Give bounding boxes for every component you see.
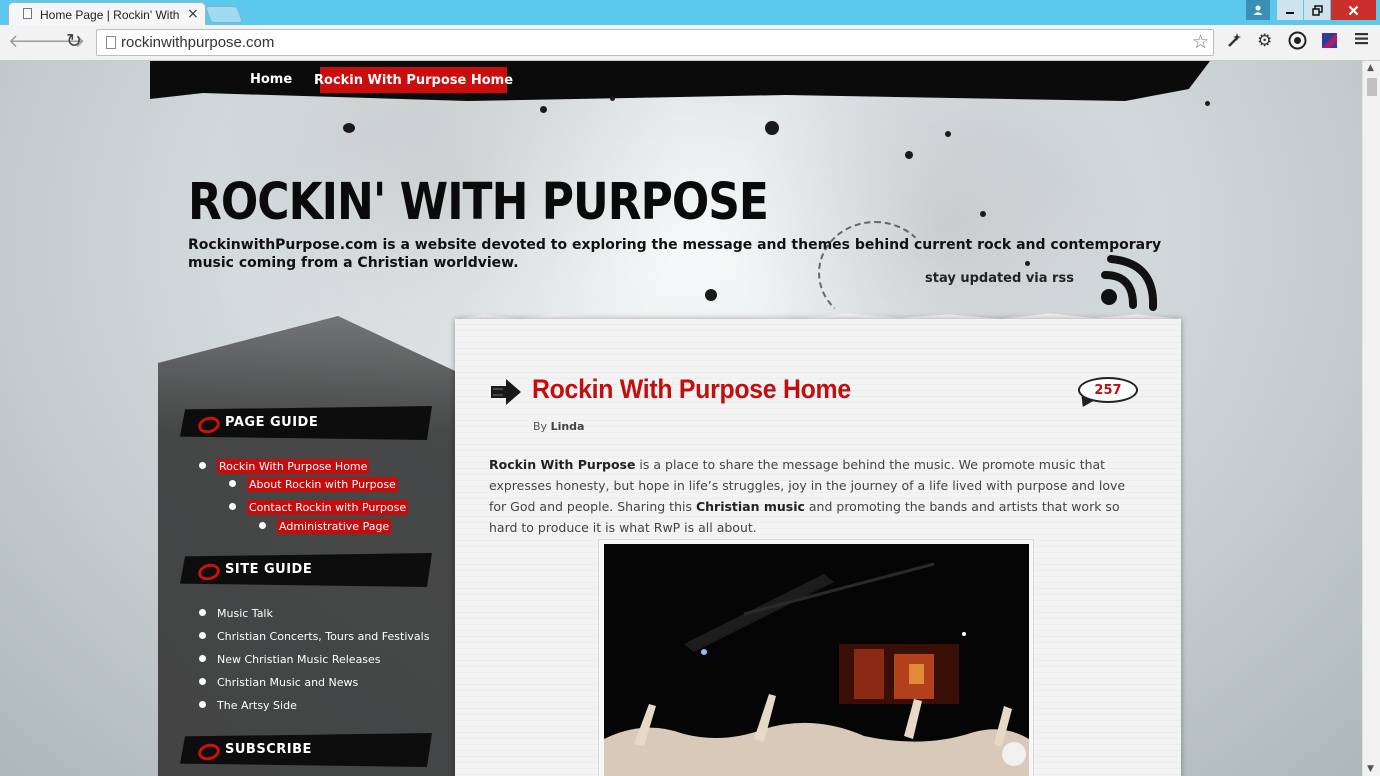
menu-icon[interactable] bbox=[1354, 31, 1369, 51]
page-guide-item-label[interactable]: About Rockin with Purpose bbox=[247, 477, 398, 492]
ink-splatter bbox=[540, 106, 547, 113]
page-guide-item[interactable]: Administrative Page bbox=[259, 519, 392, 534]
site-guide-item-label[interactable]: The Artsy Side bbox=[217, 699, 297, 712]
post-byline: By Linda bbox=[533, 420, 584, 433]
url-text[interactable]: rockinwithpurpose.com bbox=[121, 34, 274, 51]
page-guide-item[interactable]: Contact Rockin with Purpose bbox=[229, 500, 409, 515]
red-ring-icon bbox=[196, 414, 222, 436]
minimize-button[interactable] bbox=[1276, 0, 1303, 20]
top-nav-bar bbox=[150, 61, 1210, 101]
settings-gear-icon[interactable]: ⚙ bbox=[1257, 31, 1272, 51]
scroll-down-icon[interactable]: ▼ bbox=[1367, 764, 1374, 774]
page-guide-title: PAGE GUIDE bbox=[225, 415, 319, 430]
site-guide-item[interactable]: Christian Concerts, Tours and Festivals bbox=[199, 630, 429, 643]
site-description: RockinwithPurpose.com is a website devot… bbox=[188, 237, 1162, 271]
bullet bbox=[199, 609, 206, 616]
site-guide-header: SITE GUIDE bbox=[180, 553, 432, 587]
ink-splatter bbox=[765, 121, 779, 135]
rss-icon[interactable] bbox=[1097, 253, 1165, 317]
site-guide-item[interactable]: Music Talk bbox=[199, 607, 273, 620]
page-guide-header: PAGE GUIDE bbox=[180, 406, 432, 440]
page-guide-item[interactable]: Rockin With Purpose Home bbox=[199, 459, 370, 474]
bullet bbox=[199, 462, 206, 469]
ribbon-extension-icon[interactable] bbox=[1320, 31, 1339, 55]
site-title[interactable]: ROCKIN' WITH PURPOSE bbox=[188, 173, 769, 232]
page-icon bbox=[23, 8, 32, 19]
site-guide-item[interactable]: New Christian Music Releases bbox=[199, 653, 381, 666]
page-guide-item[interactable]: About Rockin with Purpose bbox=[229, 477, 398, 492]
bullet bbox=[229, 503, 236, 510]
site-guide-item[interactable]: Christian Music and News bbox=[199, 676, 358, 689]
ink-splatter bbox=[945, 131, 951, 137]
byline-prefix: By bbox=[533, 420, 548, 433]
site-guide-item-label[interactable]: Christian Concerts, Tours and Festivals bbox=[217, 630, 429, 643]
rss-link-text[interactable]: stay updated via rss bbox=[925, 271, 1074, 286]
ink-splatter bbox=[343, 123, 355, 133]
post-bold-2: Christian music bbox=[695, 499, 805, 514]
page-guide-item-label[interactable]: Administrative Page bbox=[277, 519, 392, 534]
address-bar[interactable]: rockinwithpurpose.com ☆ bbox=[96, 29, 1214, 56]
vertical-scrollbar[interactable]: ▲ ▼ bbox=[1362, 61, 1380, 776]
page-icon bbox=[106, 36, 116, 49]
bullet bbox=[199, 701, 206, 708]
ink-splatter bbox=[905, 151, 913, 159]
title-bar: Home Page | Rockin' With × bbox=[0, 0, 1380, 25]
ink-splatter bbox=[1205, 101, 1210, 106]
page-guide-item-label[interactable]: Contact Rockin with Purpose bbox=[247, 500, 409, 515]
concert-photo[interactable] bbox=[604, 544, 1029, 776]
restore-button[interactable] bbox=[1304, 0, 1330, 20]
decorative-dashed-circle bbox=[818, 221, 932, 325]
arrow-icon bbox=[489, 377, 523, 411]
circle-extension-icon[interactable] bbox=[1288, 31, 1307, 55]
close-window-button[interactable] bbox=[1331, 0, 1376, 20]
scroll-thumb[interactable] bbox=[1367, 78, 1377, 96]
post-lead-bold: Rockin With Purpose bbox=[489, 457, 636, 472]
ink-splatter bbox=[980, 211, 986, 217]
site-guide-item-label[interactable]: Christian Music and News bbox=[217, 676, 358, 689]
new-tab-button[interactable] bbox=[204, 6, 244, 23]
user-icon[interactable] bbox=[1246, 0, 1270, 20]
nav-home-link[interactable]: Home bbox=[250, 72, 292, 87]
ink-splatter bbox=[705, 289, 717, 301]
subscribe-title: SUBSCRIBE bbox=[225, 742, 312, 757]
bullet bbox=[199, 678, 206, 685]
browser-tab[interactable]: Home Page | Rockin' With × bbox=[8, 2, 206, 25]
ink-splatter bbox=[610, 96, 615, 101]
red-ring-icon bbox=[196, 741, 222, 763]
site-guide-item-label[interactable]: New Christian Music Releases bbox=[217, 653, 381, 666]
post-title[interactable]: Rockin With Purpose Home bbox=[532, 374, 851, 405]
tab-close-icon[interactable]: × bbox=[187, 6, 199, 22]
browser-toolbar: 🡐 🡒 ↻ rockinwithpurpose.com ☆ ⚙ bbox=[0, 25, 1380, 61]
reload-icon[interactable]: ↻ bbox=[66, 30, 82, 52]
site-guide-item[interactable]: The Artsy Side bbox=[199, 699, 297, 712]
nav-active-link[interactable]: Rockin With Purpose Home bbox=[314, 67, 513, 93]
site-guide-item-label[interactable]: Music Talk bbox=[217, 607, 273, 620]
page-guide-item-label[interactable]: Rockin With Purpose Home bbox=[217, 459, 370, 474]
scroll-up-icon[interactable]: ▲ bbox=[1367, 63, 1374, 73]
bullet bbox=[259, 522, 266, 529]
site-guide-title: SITE GUIDE bbox=[225, 562, 313, 577]
red-ring-icon bbox=[196, 561, 222, 583]
subscribe-header: SUBSCRIBE bbox=[180, 733, 432, 767]
bullet bbox=[199, 632, 206, 639]
tab-title: Home Page | Rockin' With bbox=[40, 8, 180, 22]
bookmark-star-icon[interactable]: ☆ bbox=[1192, 31, 1209, 53]
bullet bbox=[229, 480, 236, 487]
bullet bbox=[199, 655, 206, 662]
post-body: Rockin With Purpose is a place to share … bbox=[489, 454, 1139, 538]
extension-icon[interactable] bbox=[1226, 31, 1244, 54]
page-viewport: Home Rockin With Purpose Home ROCKIN' WI… bbox=[0, 61, 1362, 776]
post-author[interactable]: Linda bbox=[551, 420, 585, 433]
